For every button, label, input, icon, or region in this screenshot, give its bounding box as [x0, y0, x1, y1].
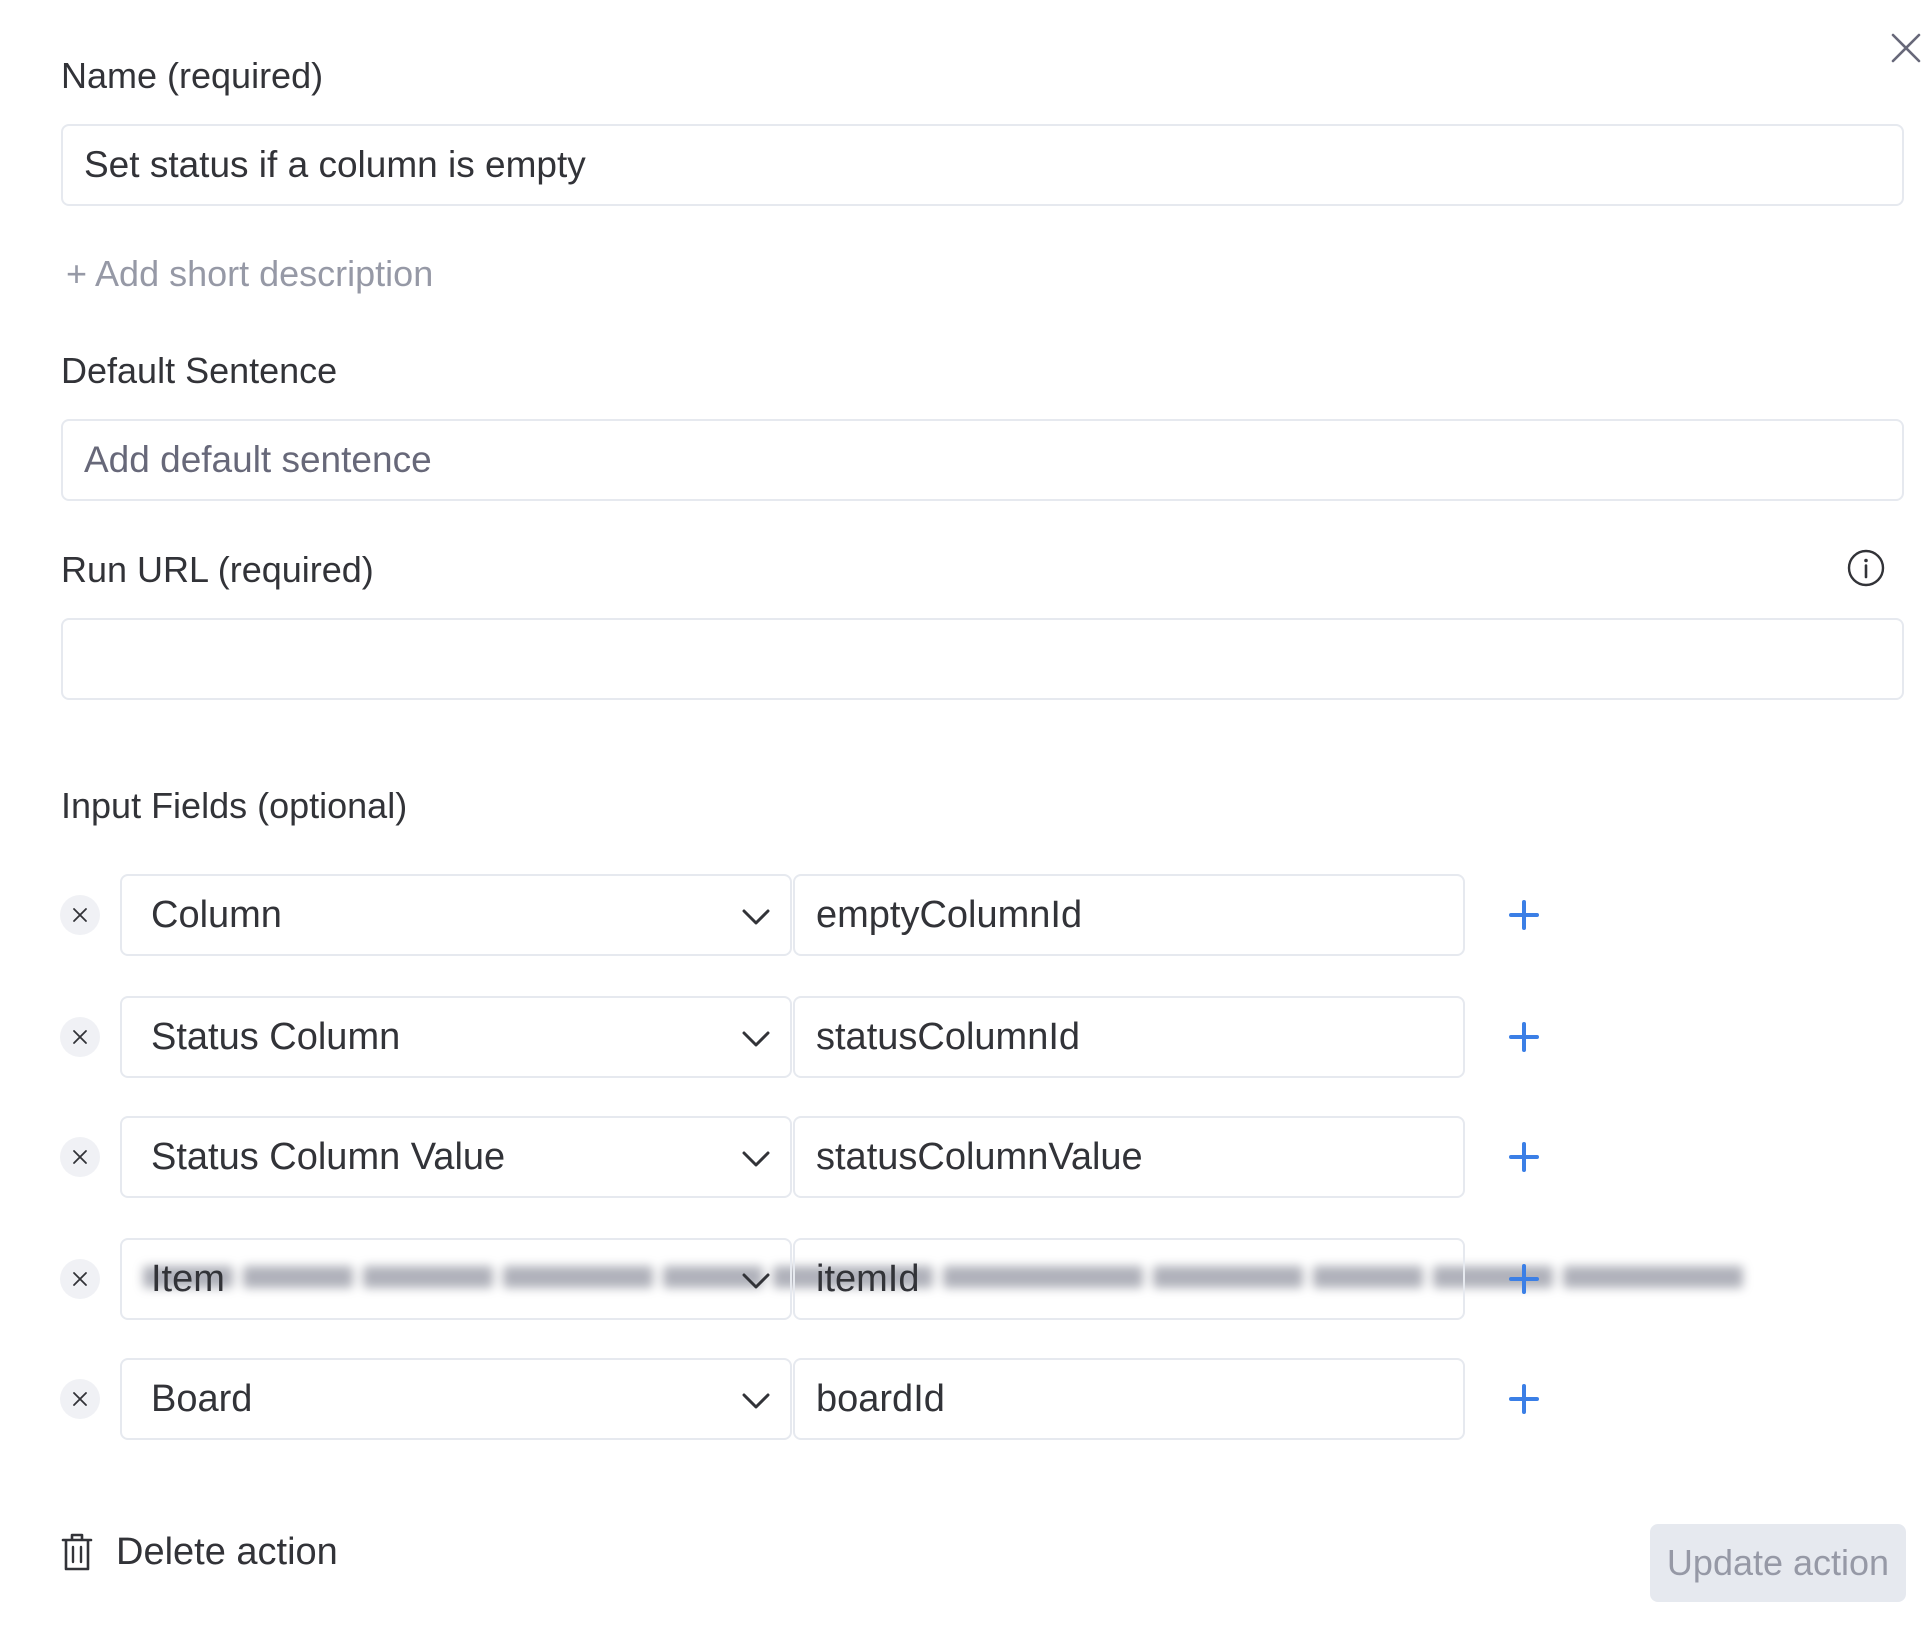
- chevron-down-icon: [742, 1393, 770, 1409]
- plus-icon: [1509, 900, 1539, 930]
- delete-action-button[interactable]: Delete action: [60, 1528, 338, 1576]
- run-url-field-wrapper[interactable]: [61, 618, 1904, 1288]
- add-row-button[interactable]: [1504, 1379, 1544, 1419]
- plus-icon: [1509, 1142, 1539, 1172]
- chevron-down-icon: [742, 1273, 770, 1289]
- input-field-row: Status Column statusColumnId: [0, 996, 1932, 1078]
- input-field-row: Item itemId: [0, 1238, 1932, 1320]
- close-small-icon: [73, 1150, 87, 1164]
- field-key-input[interactable]: statusColumnId: [793, 996, 1465, 1078]
- field-type-value: Column: [151, 893, 282, 936]
- input-field-row: Status Column Value statusColumnValue: [0, 1116, 1932, 1198]
- info-icon[interactable]: [1846, 548, 1886, 588]
- name-label: Name (required): [61, 55, 324, 96]
- field-type-select[interactable]: Board: [120, 1358, 792, 1440]
- name-input[interactable]: [84, 144, 1902, 186]
- chevron-down-icon: [742, 1031, 770, 1047]
- close-small-icon: [73, 908, 87, 922]
- remove-row-button[interactable]: [60, 1137, 100, 1177]
- input-fields-label: Input Fields (optional): [61, 785, 408, 826]
- plus-icon: [1509, 1022, 1539, 1052]
- add-description-link[interactable]: + Add short description: [66, 252, 433, 296]
- field-type-value: Item: [151, 1257, 225, 1300]
- field-type-select[interactable]: Column: [120, 874, 792, 956]
- close-small-icon: [73, 1030, 87, 1044]
- field-type-select[interactable]: Status Column Value: [120, 1116, 792, 1198]
- add-row-button[interactable]: [1504, 1259, 1544, 1299]
- add-row-button[interactable]: [1504, 1137, 1544, 1177]
- close-small-icon: [73, 1392, 87, 1406]
- field-type-select[interactable]: Item: [120, 1238, 792, 1320]
- add-row-button[interactable]: [1504, 1017, 1544, 1057]
- plus-icon: [1509, 1264, 1539, 1294]
- close-icon: [1891, 33, 1921, 63]
- remove-row-button[interactable]: [60, 1379, 100, 1419]
- update-action-button[interactable]: Update action: [1650, 1524, 1906, 1602]
- field-type-value: Status Column: [151, 1015, 401, 1058]
- field-type-value: Status Column Value: [151, 1135, 506, 1178]
- trash-icon: [61, 1533, 93, 1571]
- close-small-icon: [73, 1272, 87, 1286]
- field-type-value: Board: [151, 1377, 253, 1420]
- default-sentence-input[interactable]: [84, 439, 1902, 481]
- add-row-button[interactable]: [1504, 895, 1544, 935]
- input-field-row: Board boardId: [0, 1358, 1932, 1440]
- field-key-input[interactable]: itemId: [793, 1238, 1465, 1320]
- remove-row-button[interactable]: [60, 1017, 100, 1057]
- field-type-select[interactable]: Status Column: [120, 996, 792, 1078]
- chevron-down-icon: [742, 909, 770, 925]
- default-sentence-wrapper: [61, 419, 1904, 501]
- plus-icon: [1509, 1384, 1539, 1414]
- remove-row-button[interactable]: [60, 895, 100, 935]
- input-field-row: Column emptyColumnId: [0, 874, 1932, 956]
- default-sentence-label: Default Sentence: [61, 350, 338, 391]
- field-key-input[interactable]: emptyColumnId: [793, 874, 1465, 956]
- edit-action-dialog: Name (required) + Add short description …: [0, 0, 1932, 1634]
- name-field-wrapper: [61, 124, 1904, 206]
- field-key-input[interactable]: boardId: [793, 1358, 1465, 1440]
- chevron-down-icon: [742, 1151, 770, 1167]
- remove-row-button[interactable]: [60, 1259, 100, 1299]
- run-url-label: Run URL (required): [61, 549, 374, 590]
- delete-action-label: Delete action: [116, 1530, 338, 1573]
- field-key-input[interactable]: statusColumnValue: [793, 1116, 1465, 1198]
- close-button[interactable]: [1882, 24, 1930, 72]
